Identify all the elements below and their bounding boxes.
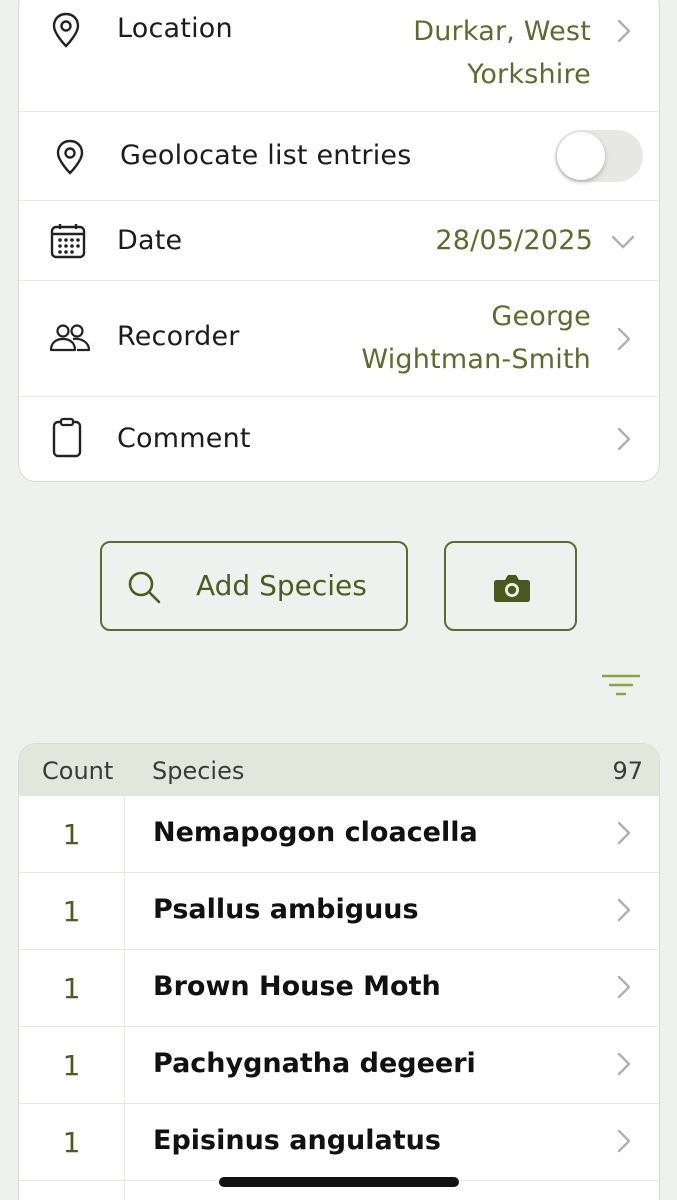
species-list-header: Count Species 97 <box>19 744 659 796</box>
geolocate-label: Geolocate list entries <box>120 140 412 171</box>
species-row[interactable]: 1 Episinus angulatus <box>19 1104 659 1181</box>
recorder-value: George Wightman-Smith <box>361 301 591 375</box>
species-count[interactable]: 1 <box>19 796 125 872</box>
date-value: 28/05/2025 <box>435 225 593 256</box>
date-row[interactable]: Date 28/05/2025 <box>19 201 659 281</box>
comment-row[interactable]: Comment <box>19 397 659 481</box>
camera-button[interactable] <box>444 541 577 631</box>
recorder-label: Recorder <box>117 321 240 352</box>
species-list: Count Species 97 1 Nemapogon cloacella 1… <box>18 743 660 1200</box>
chevron-right-icon <box>617 898 631 922</box>
chevron-right-icon <box>617 821 631 845</box>
chevron-right-icon <box>617 19 631 43</box>
species-count[interactable]: 1 <box>19 1104 125 1180</box>
add-species-label: Add Species <box>196 569 367 602</box>
species-name: Nemapogon cloacella <box>153 817 478 848</box>
record-details-card: Location Durkar, West Yorkshire Geolocat… <box>18 0 660 482</box>
species-total-count: 97 <box>612 757 643 785</box>
species-row[interactable]: 1 Pachygnatha degeeri <box>19 1027 659 1104</box>
geolocate-row: Geolocate list entries <box>19 112 659 201</box>
species-count <box>19 1181 125 1200</box>
home-indicator[interactable] <box>219 1177 459 1187</box>
add-species-button[interactable]: Add Species <box>100 541 408 631</box>
people-icon <box>49 324 91 352</box>
chevron-down-icon <box>611 235 635 249</box>
map-pin-icon <box>52 12 80 48</box>
chevron-right-icon <box>617 427 631 451</box>
date-label: Date <box>117 225 183 256</box>
geolocate-toggle[interactable] <box>555 130 643 182</box>
comment-label: Comment <box>117 423 251 454</box>
species-column-header: Species <box>152 757 245 785</box>
search-icon <box>128 571 161 604</box>
species-row[interactable]: 1 Brown House Moth <box>19 950 659 1027</box>
chevron-right-icon <box>617 327 631 351</box>
clipboard-icon <box>52 417 82 458</box>
location-value: Durkar, West Yorkshire <box>413 16 591 90</box>
chevron-right-icon <box>617 975 631 999</box>
filter-icon[interactable] <box>600 672 642 700</box>
species-row[interactable]: 1 Psallus ambiguus <box>19 873 659 950</box>
species-row[interactable]: 1 Nemapogon cloacella <box>19 796 659 873</box>
species-count[interactable]: 1 <box>19 950 125 1026</box>
species-name: Psallus ambiguus <box>153 894 419 925</box>
species-name: Brown House Moth <box>153 971 441 1002</box>
location-row[interactable]: Location Durkar, West Yorkshire <box>19 0 659 112</box>
species-name: Episinus angulatus <box>153 1125 441 1156</box>
camera-icon <box>494 575 530 602</box>
location-label: Location <box>117 13 233 44</box>
recorder-row[interactable]: Recorder George Wightman-Smith <box>19 281 659 397</box>
species-name: Pachygnatha degeeri <box>153 1048 476 1079</box>
species-count[interactable]: 1 <box>19 873 125 949</box>
chevron-right-icon <box>617 1129 631 1153</box>
calendar-icon <box>50 224 86 259</box>
species-count[interactable]: 1 <box>19 1027 125 1103</box>
toggle-knob <box>557 132 605 180</box>
chevron-right-icon <box>617 1052 631 1076</box>
map-pin-icon <box>56 139 84 175</box>
count-column-header: Count <box>42 757 114 785</box>
